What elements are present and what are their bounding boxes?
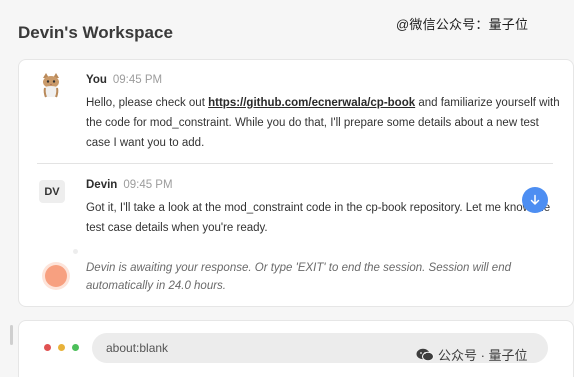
- message-body: Got it, I'll take a look at the mod_cons…: [86, 202, 551, 234]
- message-divider: [37, 163, 553, 164]
- session-status-text: Devin is awaiting your response. Or type…: [86, 262, 511, 292]
- avatar: DV: [39, 180, 65, 203]
- watermark-top: @微信公众号：量子位: [396, 17, 529, 32]
- message-time: 09:45 PM: [123, 179, 173, 191]
- close-window-icon[interactable]: [44, 344, 51, 351]
- maximize-window-icon[interactable]: [72, 344, 79, 351]
- message-author: You: [86, 74, 107, 86]
- wechat-icon: [416, 348, 434, 361]
- message-text: Hello, please check out: [86, 97, 209, 109]
- scroll-to-bottom-button[interactable]: [522, 187, 548, 213]
- watermark-text: 公众号 · 量子位: [438, 348, 528, 363]
- message-time: 09:45 PM: [112, 74, 163, 86]
- workspace-title: Devin's Workspace: [18, 23, 173, 42]
- message-body: Hello, please check out https://github.c…: [86, 93, 566, 153]
- watermark-bottom: 公众号 · 量子位: [416, 345, 528, 364]
- cat-avatar-icon: [39, 72, 63, 98]
- minimize-window-icon[interactable]: [58, 344, 65, 351]
- message-author: Devin: [86, 179, 118, 191]
- arrow-down-icon: [530, 194, 540, 205]
- message-header: Devin 09:45 PM: [86, 179, 173, 191]
- chat-panel: You 09:45 PM Hello, please check out http…: [18, 59, 574, 307]
- status-indicator-icon: [45, 265, 67, 287]
- scrollbar[interactable]: [10, 325, 13, 345]
- repo-link[interactable]: https://github.com/ecnerwala/cp-book: [208, 97, 415, 109]
- message-header: You 09:45 PM: [86, 74, 162, 86]
- decorative-dot: [73, 249, 78, 254]
